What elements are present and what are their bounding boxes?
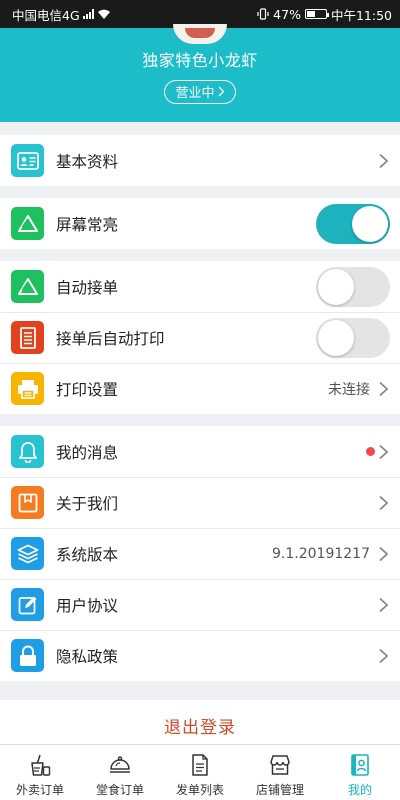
wifi-icon [97, 9, 111, 19]
receipt-icon [11, 321, 44, 354]
toggle-knob [318, 268, 354, 305]
tab-label: 堂食订单 [95, 783, 144, 797]
battery-icon [304, 9, 329, 19]
print-settings-label: 打印设置 [56, 380, 119, 399]
chevron-right-icon [379, 444, 389, 459]
chevron-right-icon [379, 597, 389, 612]
screen-group: 屏幕常亮 [0, 198, 400, 249]
print-settings-row[interactable]: 打印设置 未连接 [0, 363, 400, 414]
document-icon [188, 753, 212, 777]
store-name: 独家特色小龙虾 [142, 51, 258, 70]
bottom-tab-bar: 外卖订单 堂食订单 发单列表 店铺管理 我的 [0, 744, 400, 800]
basic-info-row[interactable]: 基本资料 [0, 135, 400, 186]
auto-print-toggle[interactable] [316, 317, 390, 358]
tab-dine-in-orders[interactable]: 堂食订单 [80, 745, 160, 800]
chevron-right-icon [379, 153, 389, 168]
order-group: 自动接单 接单后自动打印 打印设置 未连接 [0, 261, 400, 414]
chevron-right-icon [379, 381, 389, 396]
settings-list: 基本资料 屏幕常亮 自动接单 接单后自动打印 打印设置 未连接 我的消息 关于我… [0, 122, 400, 751]
bookmark-icon [11, 486, 44, 519]
signal-icon [82, 9, 94, 19]
tab-store-management[interactable]: 店铺管理 [240, 745, 320, 800]
privacy-label: 隐私政策 [56, 647, 119, 666]
id-card-icon [11, 144, 44, 177]
chevron-right-icon [218, 86, 224, 97]
auto-print-row: 接单后自动打印 [0, 312, 400, 363]
business-status-label: 营业中 [175, 86, 215, 101]
printer-icon [11, 372, 44, 405]
triangle-icon [11, 207, 44, 240]
version-label: 系统版本 [56, 545, 119, 564]
about-label: 关于我们 [56, 494, 119, 513]
messages-label: 我的消息 [56, 443, 119, 462]
agreement-row[interactable]: 用户协议 [0, 579, 400, 630]
tab-dispatch-list[interactable]: 发单列表 [160, 745, 240, 800]
auto-accept-row: 自动接单 [0, 261, 400, 312]
tab-label: 外卖订单 [15, 783, 64, 797]
storefront-icon [268, 753, 292, 777]
chevron-right-icon [379, 495, 389, 510]
store-avatar[interactable] [173, 24, 227, 44]
privacy-row[interactable]: 隐私政策 [0, 630, 400, 681]
agreement-label: 用户协议 [56, 596, 119, 615]
tab-label: 发单列表 [175, 783, 224, 797]
screen-on-label: 屏幕常亮 [56, 215, 119, 234]
auto-print-label: 接单后自动打印 [56, 329, 165, 348]
chevron-right-icon [379, 648, 389, 663]
auto-accept-toggle[interactable] [316, 266, 390, 307]
clock: 中午11:50 [330, 7, 392, 23]
business-status-button[interactable]: 营业中 [164, 80, 236, 104]
printer-status: 未连接 [328, 381, 370, 398]
dish-cover-icon [108, 753, 132, 777]
bell-icon [11, 435, 44, 468]
version-number: 9.1.20191217 [272, 545, 370, 562]
chevron-right-icon [379, 546, 389, 561]
unread-dot [366, 447, 375, 456]
store-header: 独家特色小龙虾 营业中 [0, 24, 400, 122]
profile-group: 基本资料 [0, 135, 400, 186]
pen-icon [11, 588, 44, 621]
about-row[interactable]: 关于我们 [0, 477, 400, 528]
takeout-cup-icon [28, 753, 52, 777]
tab-label: 我的 [347, 783, 372, 797]
screen-on-row: 屏幕常亮 [0, 198, 400, 249]
info-group: 我的消息 关于我们 系统版本 9.1.20191217 用户协议 隐私政策 [0, 426, 400, 681]
carrier-label: 中国电信4G [12, 7, 80, 23]
screen-on-toggle[interactable] [316, 203, 390, 244]
lock-icon [11, 639, 44, 672]
tab-takeout-orders[interactable]: 外卖订单 [0, 745, 80, 800]
profile-card-icon [348, 753, 372, 777]
tab-mine[interactable]: 我的 [320, 745, 400, 800]
auto-accept-label: 自动接单 [56, 278, 119, 297]
tab-label: 店铺管理 [255, 783, 304, 797]
basic-info-label: 基本资料 [56, 152, 119, 171]
toggle-knob [352, 205, 388, 242]
version-row[interactable]: 系统版本 9.1.20191217 [0, 528, 400, 579]
toggle-knob [318, 319, 354, 356]
messages-row[interactable]: 我的消息 [0, 426, 400, 477]
layers-icon [11, 537, 44, 570]
vibrate-icon [257, 8, 269, 20]
battery-percent: 47% [273, 6, 301, 22]
triangle-icon [11, 270, 44, 303]
